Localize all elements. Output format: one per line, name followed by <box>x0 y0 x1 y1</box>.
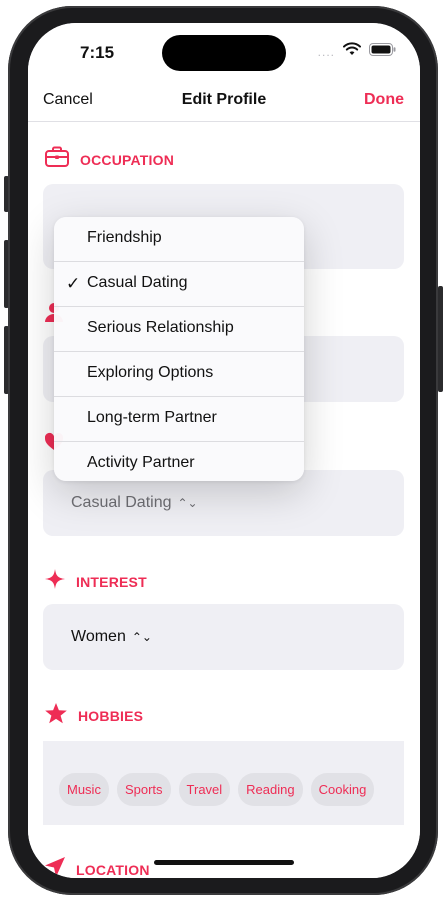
cellular-signal: .... <box>317 44 335 59</box>
hobbies-field: Music Sports Travel Reading Cooking <box>43 741 404 825</box>
power-button <box>438 286 443 392</box>
briefcase-icon <box>44 146 70 173</box>
menu-option-long-term-partner[interactable]: Long-term Partner <box>54 397 304 442</box>
hobby-chip[interactable]: Sports <box>116 773 171 806</box>
navigation-bar: Cancel Edit Profile Done <box>28 83 420 122</box>
status-bar: 7:15 .... <box>28 23 420 83</box>
menu-option-activity-partner[interactable]: Activity Partner <box>54 442 304 481</box>
location-arrow-icon <box>44 856 66 878</box>
interest-field[interactable]: Women ⌃⌄ <box>43 604 404 670</box>
interest-value: Women <box>71 628 126 645</box>
checkmark-icon: ✓ <box>66 274 81 293</box>
home-indicator[interactable] <box>154 860 294 865</box>
hobbies-header: HOBBIES <box>44 702 143 730</box>
location-header: LOCATION <box>44 856 150 878</box>
menu-option-label: Friendship <box>87 229 162 246</box>
wifi-icon <box>343 42 361 61</box>
hobby-chip[interactable]: Reading <box>238 773 303 806</box>
menu-option-serious-relationship[interactable]: Serious Relationship <box>54 307 304 352</box>
dynamic-island <box>162 35 286 71</box>
occupation-header: OCCUPATION <box>44 146 174 173</box>
battery-icon <box>369 42 396 61</box>
chevron-up-down-icon: ⌃⌄ <box>177 496 198 510</box>
interest-header: INTEREST <box>44 568 147 595</box>
screen: 7:15 .... Cancel Edit Profile Done OCCUP… <box>28 23 420 878</box>
menu-option-exploring-options[interactable]: Exploring Options <box>54 352 304 397</box>
status-time: 7:15 <box>80 43 115 62</box>
menu-option-label: Exploring Options <box>87 364 214 381</box>
menu-option-label: Long-term Partner <box>87 409 217 426</box>
status-icons: .... <box>318 42 396 61</box>
star-icon <box>44 702 68 730</box>
page-title: Edit Profile <box>181 91 267 108</box>
hobby-chip-list: Music Sports Travel Reading Cooking <box>59 773 375 806</box>
menu-option-friendship[interactable]: Friendship <box>54 217 304 262</box>
hobby-chip[interactable]: Travel <box>178 773 231 806</box>
location-label: LOCATION <box>76 861 150 878</box>
hobbies-label: HOBBIES <box>78 708 144 724</box>
relationship-goal-value: Casual Dating <box>71 494 172 511</box>
interest-picker[interactable]: Women ⌃⌄ <box>71 628 152 646</box>
hobby-chip[interactable]: Music <box>59 773 109 806</box>
menu-option-casual-dating[interactable]: ✓ Casual Dating <box>54 262 304 307</box>
menu-option-label: Activity Partner <box>87 454 195 471</box>
phone-mockup: 7:15 .... Cancel Edit Profile Done OCCUP… <box>0 0 447 901</box>
chevron-up-down-icon: ⌃⌄ <box>131 630 152 644</box>
edit-profile-form: OCCUPATION Casual Dating ⌃⌄ INTEREST Wom… <box>28 122 420 878</box>
relationship-goal-picker[interactable]: Casual Dating ⌃⌄ <box>71 494 198 512</box>
menu-option-label: Casual Dating <box>87 274 188 291</box>
done-button[interactable]: Done <box>364 91 404 109</box>
relationship-goal-menu: Friendship ✓ Casual Dating Serious Relat… <box>54 217 304 481</box>
interest-label: INTEREST <box>76 573 147 590</box>
occupation-label: OCCUPATION <box>80 151 175 168</box>
menu-option-label: Serious Relationship <box>87 319 234 336</box>
hobby-chip[interactable]: Cooking <box>310 773 375 806</box>
sparkle-icon <box>44 568 66 595</box>
